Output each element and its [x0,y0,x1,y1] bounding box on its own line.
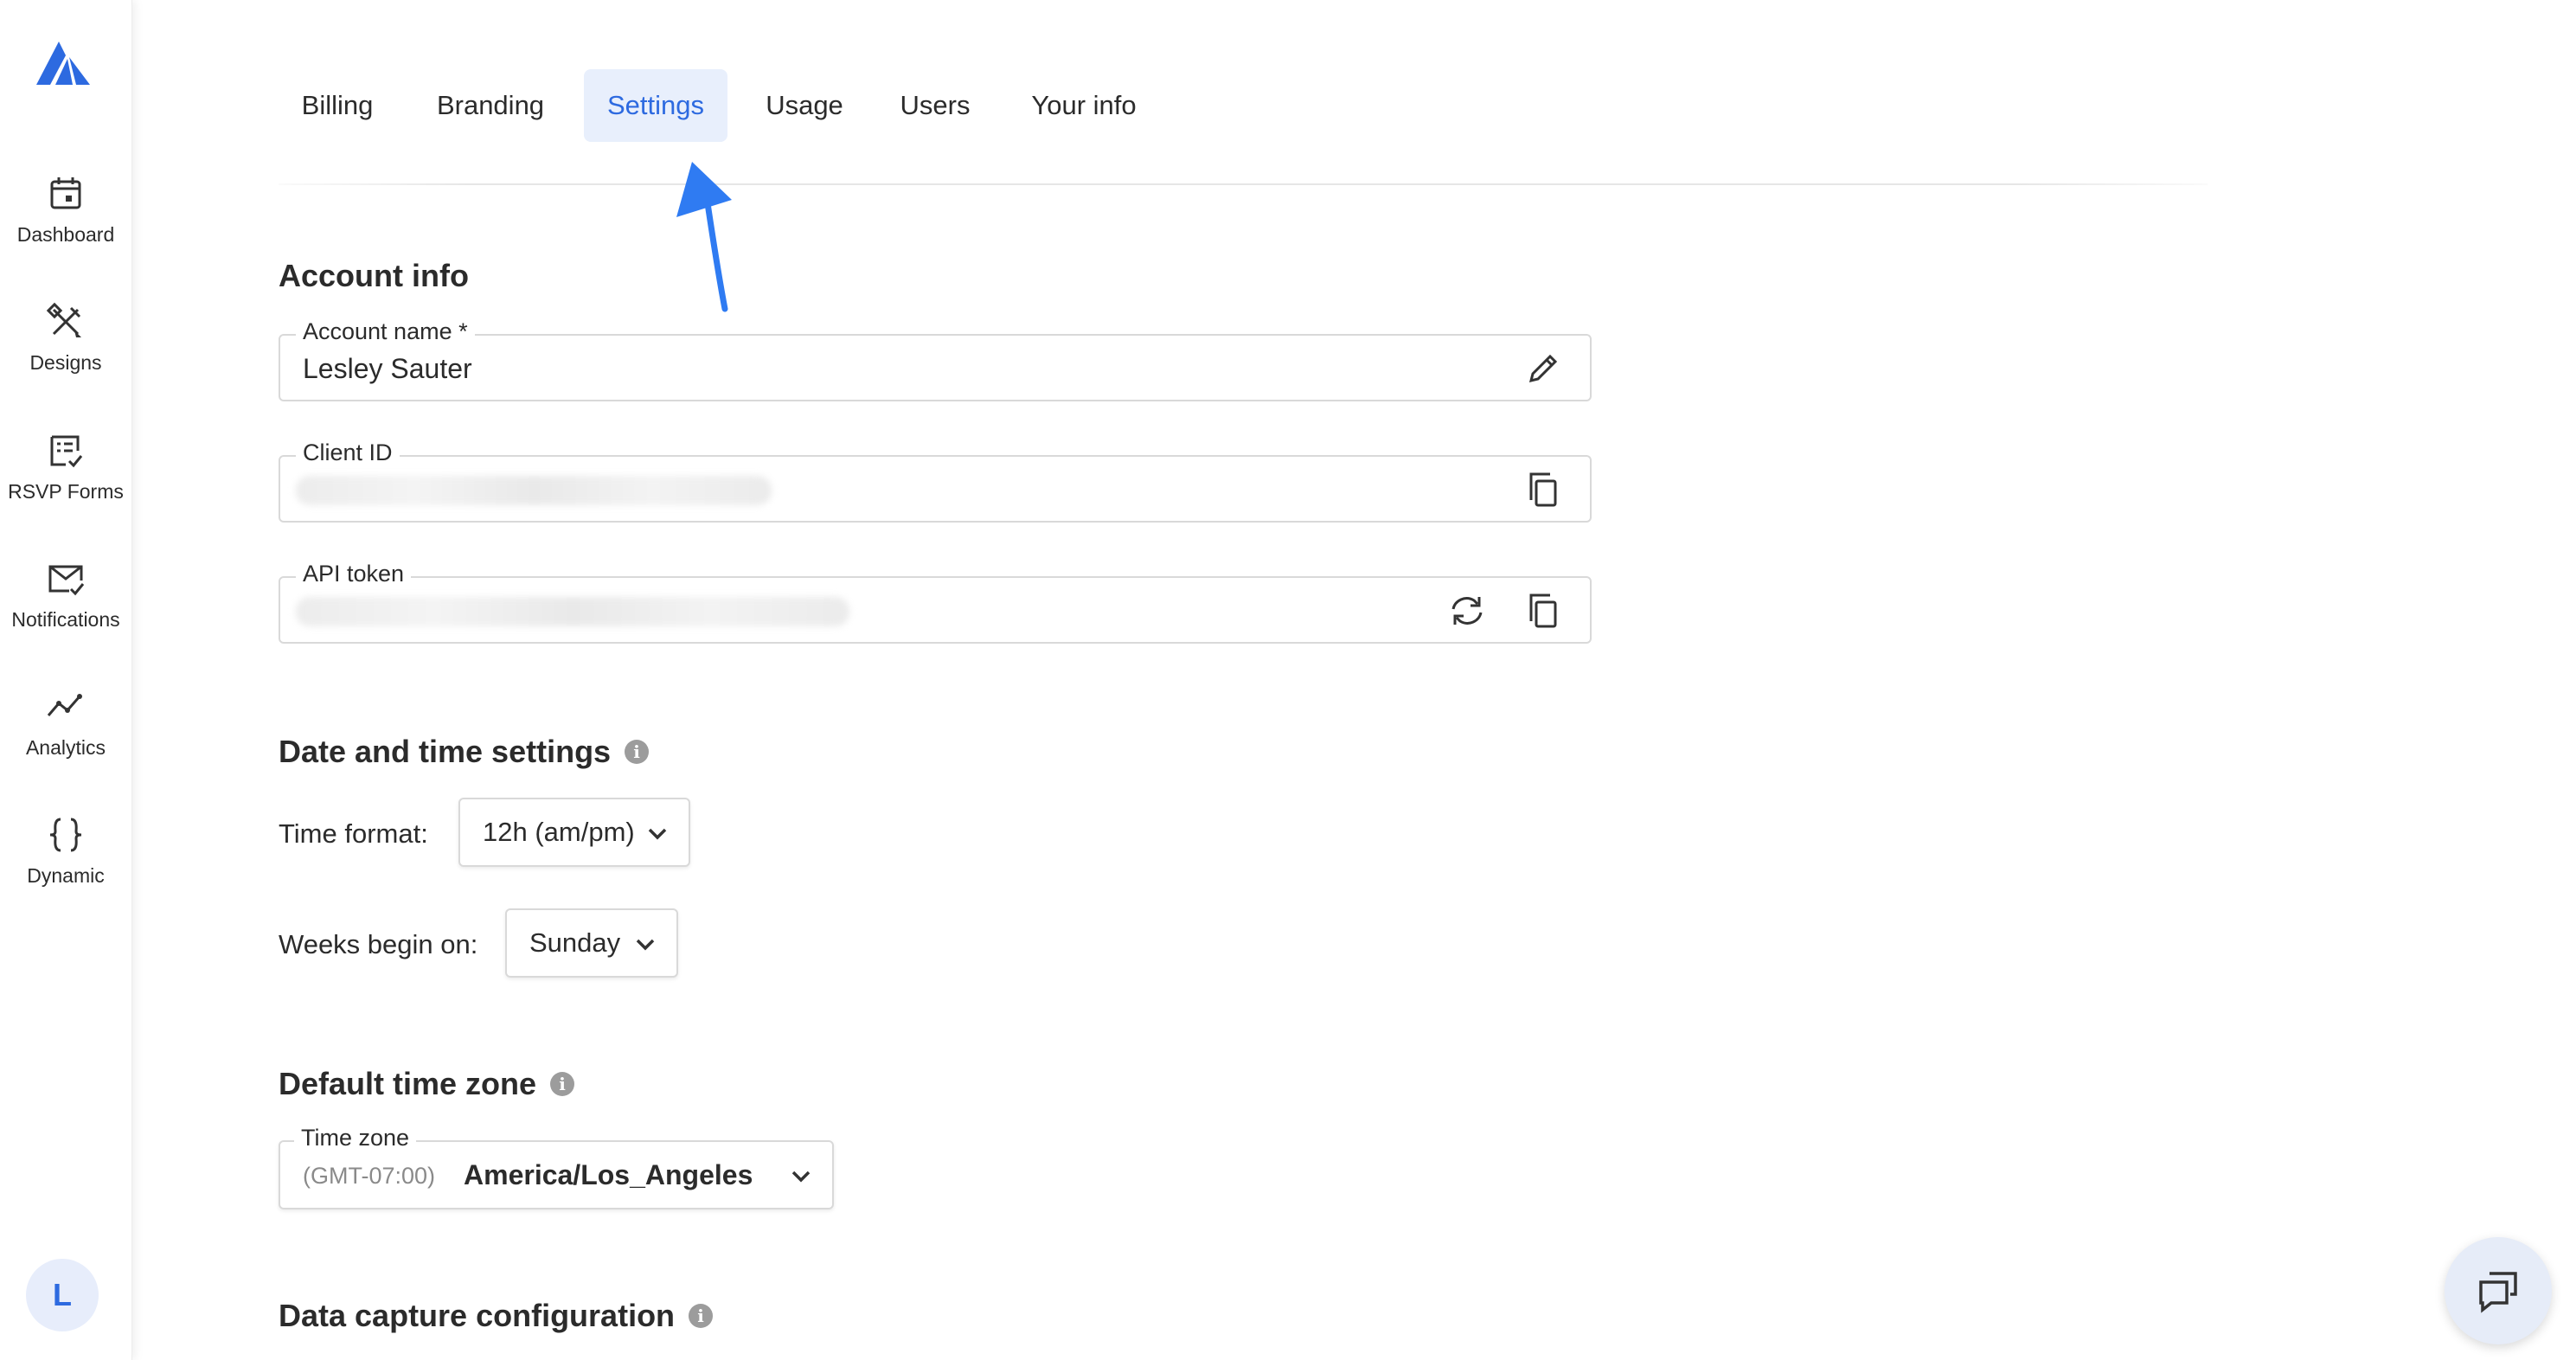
tab-settings[interactable]: Settings [584,69,727,142]
weeks-begin-value: Sunday [529,927,621,958]
tab-usage[interactable]: Usage [749,69,860,142]
time-zone-select[interactable]: Time zone (GMT-07:00) America/Los_Angele… [279,1125,834,1209]
sidebar-item-label: Analytics [25,736,106,759]
curly-braces-icon [49,818,82,852]
chevron-down-icon [791,1171,811,1183]
tab-your-info[interactable]: Your info [1012,69,1156,142]
data-capture-title: Data capture configuration i [279,1298,714,1334]
client-id-label: Client ID [296,439,400,466]
account-info-title-text: Account info [279,258,469,293]
info-icon[interactable]: i [550,1072,575,1096]
sidebar-item-designs[interactable]: Designs [0,301,131,405]
tab-billing[interactable]: Billing [279,69,396,142]
tab-branding[interactable]: Branding [419,69,562,142]
refresh-icon[interactable] [1446,590,1488,632]
sidebar-item-label: Notifications [11,608,120,631]
time-zone-value: America/Los_Angeles [464,1159,753,1190]
copy-icon[interactable] [1522,469,1564,510]
tabs-divider [279,183,2208,185]
avatar[interactable]: L [26,1259,99,1331]
designs-icon [46,302,81,337]
sidebar-item-notifications[interactable]: Notifications [0,558,131,662]
account-name-field[interactable]: Account name * Lesley Sauter [279,318,1592,401]
time-format-select[interactable]: 12h (am/pm) [458,798,690,867]
account-info-title: Account info [279,258,469,294]
weeks-begin-label: Weeks begin on: [279,929,478,959]
api-token-redacted-value [296,597,849,626]
sidebar: Dashboard Designs RSVP Forms Notificatio… [0,0,132,1360]
rsvp-form-icon [50,435,83,468]
account-name-label: Account name * [296,318,475,345]
sidebar-item-dashboard[interactable]: Dashboard [0,173,131,277]
data-capture-title-text: Data capture configuration [279,1298,676,1333]
info-icon[interactable]: i [625,740,650,764]
sidebar-item-rsvp-forms[interactable]: RSVP Forms [0,430,131,534]
account-name-value: Lesley Sauter [303,353,472,384]
client-id-redacted-value [296,476,772,505]
info-icon[interactable]: i [689,1304,714,1328]
sidebar-item-label: Dashboard [16,223,115,246]
sidebar-item-label: Designs [29,351,102,374]
time-format-label: Time format: [279,818,428,849]
sidebar-item-analytics[interactable]: Analytics [0,686,131,790]
date-time-settings-title-text: Date and time settings [279,734,612,769]
chevron-down-icon [636,939,655,951]
weeks-begin-select[interactable]: Sunday [505,908,678,978]
time-format-value: 12h (am/pm) [483,817,635,847]
annotation-arrow-icon [676,162,732,312]
time-zone-offset: (GMT-07:00) [303,1163,436,1189]
time-zone-label: Time zone [294,1125,417,1152]
mail-check-icon [48,565,85,596]
sidebar-item-label: Dynamic [27,864,105,887]
date-time-settings-title: Date and time settings i [279,734,650,770]
sidebar-item-dynamic[interactable]: Dynamic [0,814,131,918]
default-time-zone-title: Default time zone i [279,1066,575,1102]
app-logo-icon[interactable] [31,38,93,100]
api-token-label: API token [296,561,412,587]
pencil-edit-icon[interactable] [1522,348,1564,389]
client-id-field[interactable]: Client ID [279,439,1592,523]
calendar-icon [50,177,81,209]
trend-line-icon [47,694,82,716]
chat-support-button[interactable] [2445,1237,2552,1344]
api-token-field[interactable]: API token [279,561,1592,644]
tab-users[interactable]: Users [884,69,986,142]
chevron-down-icon [648,828,667,840]
chat-bubble-icon [2479,1272,2517,1313]
default-time-zone-title-text: Default time zone [279,1066,537,1101]
sidebar-item-label: RSVP Forms [8,480,124,503]
copy-icon[interactable] [1522,590,1564,632]
